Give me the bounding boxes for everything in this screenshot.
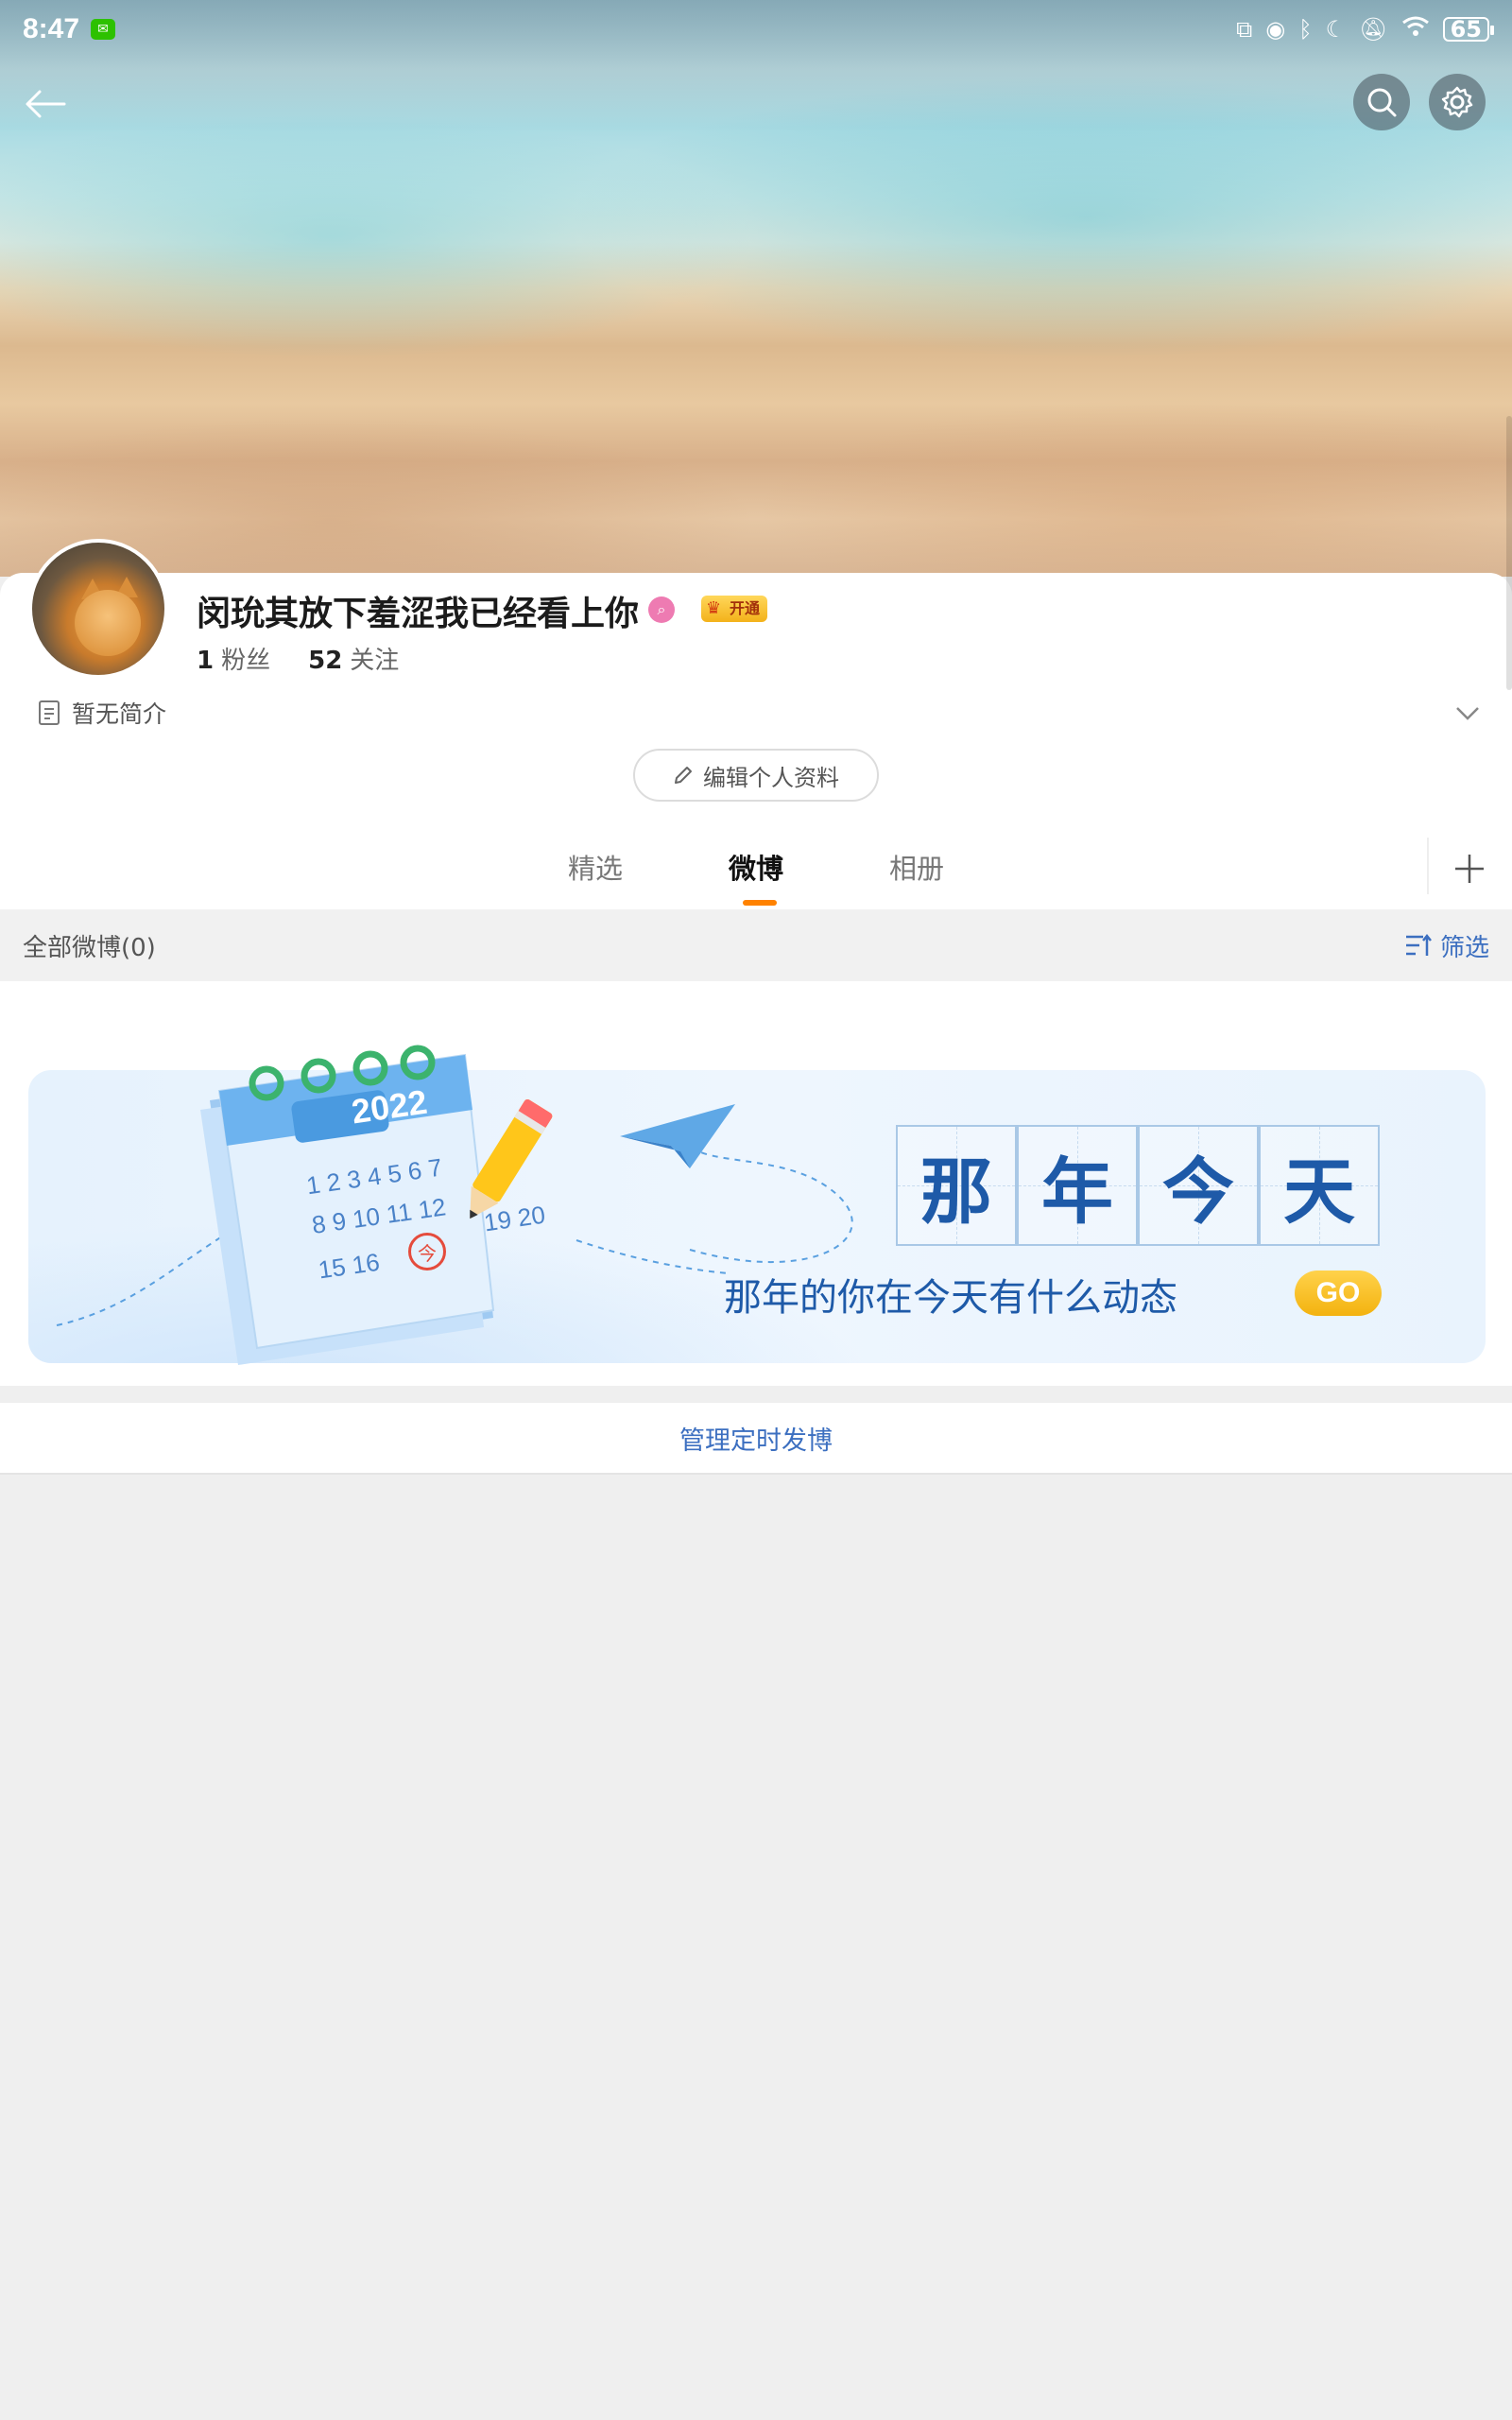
status-time: 8:47	[23, 13, 80, 44]
scrollbar[interactable]	[1506, 416, 1512, 690]
profile-cover-image[interactable]	[0, 0, 1512, 577]
pencil-icon	[675, 767, 692, 784]
bluetooth-icon: ᛒ	[1298, 16, 1313, 43]
go-button[interactable]: GO	[1295, 1270, 1382, 1316]
following-count: 52	[308, 647, 343, 675]
chevron-down-icon	[1456, 707, 1479, 720]
battery-icon: 65	[1442, 17, 1495, 42]
tab-weibo[interactable]: 微博	[718, 832, 794, 909]
verified-icon[interactable]: ⌕	[648, 596, 675, 623]
plus-icon	[1455, 855, 1484, 883]
banner-title-char: 天	[1259, 1125, 1380, 1246]
crown-icon: ♛	[706, 598, 722, 618]
filter-icon	[1405, 933, 1432, 956]
gear-icon	[1441, 86, 1473, 118]
following-label: 关注	[350, 647, 400, 675]
filter-button[interactable]: 筛选	[1404, 928, 1489, 963]
bio-text: 暂无简介	[72, 700, 167, 728]
filter-label: 筛选	[1439, 933, 1489, 962]
followers-count: 1	[197, 647, 215, 675]
back-arrow-icon	[26, 90, 66, 118]
followers-label: 粉丝	[221, 647, 271, 675]
manage-scheduled-label: 管理定时发博	[679, 1426, 833, 1456]
banner-subtitle: 那年的你在今天有什么动态	[724, 1276, 1177, 1320]
following-stat[interactable]: 52 关注	[308, 641, 399, 676]
pencil-illustration-icon	[470, 1098, 553, 1219]
edit-profile-button[interactable]: 编辑个人资料	[633, 749, 879, 802]
mute-bell-icon: 🔕︎	[1359, 16, 1388, 43]
moon-icon: ☾	[1325, 16, 1347, 43]
search-button[interactable]	[1353, 74, 1410, 130]
banner-title-char: 那	[896, 1125, 1017, 1246]
all-posts-count: 全部微博(0)	[23, 933, 156, 962]
vip-badge[interactable]: ♛ 开通	[701, 596, 768, 622]
vip-badge-label: 开通	[730, 599, 761, 617]
expand-profile-button[interactable]	[1452, 700, 1484, 728]
bio-row[interactable]: 暂无简介	[38, 696, 166, 730]
followers-stat[interactable]: 1 粉丝	[197, 641, 270, 676]
banner-title: 那 年 今 天	[896, 1125, 1380, 1246]
avatar[interactable]	[28, 539, 168, 679]
wifi-icon	[1401, 15, 1430, 43]
banner-title-char: 今	[1138, 1125, 1259, 1246]
back-button[interactable]	[19, 78, 72, 130]
eye-icon: ◉	[1265, 16, 1286, 43]
document-icon	[39, 700, 60, 725]
filter-bar: 全部微博(0) 筛选	[0, 909, 1512, 981]
wechat-icon: ✉	[91, 19, 116, 40]
profile-stats: 1 粉丝 52 关注	[197, 641, 399, 676]
profile-tabs: 精选 微博 相册	[0, 832, 1512, 909]
cast-icon: ⧉	[1236, 16, 1253, 43]
tab-featured[interactable]: 精选	[558, 832, 633, 909]
search-icon	[1367, 88, 1397, 117]
edit-profile-label: 编辑个人资料	[703, 764, 839, 791]
banner-title-char: 年	[1017, 1125, 1138, 1246]
status-bar: 8:47 ✉ ⧉ ◉ ᛒ ☾ 🔕︎ 65	[0, 0, 1512, 59]
tab-divider	[1427, 838, 1429, 894]
tab-album[interactable]: 相册	[879, 832, 954, 909]
settings-button[interactable]	[1429, 74, 1486, 130]
username: 闵玧其放下羞涩我已经看上你	[197, 595, 640, 633]
today-marker: 今	[408, 1233, 446, 1270]
add-tab-button[interactable]	[1446, 845, 1493, 892]
manage-scheduled-posts-button[interactable]: 管理定时发博	[0, 1403, 1512, 1475]
